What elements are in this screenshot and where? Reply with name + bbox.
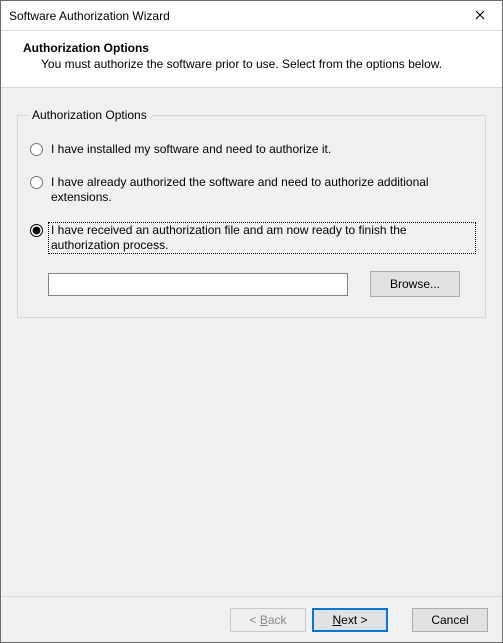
close-icon — [475, 9, 485, 23]
option-label: I have already authorized the software a… — [49, 175, 475, 205]
file-row: Browse... — [48, 271, 475, 297]
close-button[interactable] — [457, 1, 502, 30]
next-button[interactable]: Next > — [312, 608, 388, 632]
back-button: < Back — [230, 608, 306, 632]
radio-received-file[interactable] — [30, 224, 43, 237]
option-additional-extensions[interactable]: I have already authorized the software a… — [30, 175, 475, 205]
option-label: I have received an authorization file an… — [49, 223, 475, 253]
group-legend: Authorization Options — [28, 108, 151, 122]
authorization-file-input[interactable] — [48, 273, 348, 296]
radio-additional-extensions[interactable] — [30, 176, 43, 189]
radio-install-authorize[interactable] — [30, 143, 43, 156]
wizard-footer: < Back Next > Cancel — [1, 596, 502, 642]
page-title: Authorization Options — [23, 41, 486, 55]
wizard-header: Authorization Options You must authorize… — [1, 31, 502, 88]
authorization-options-group: Authorization Options I have installed m… — [17, 108, 486, 318]
option-install-authorize[interactable]: I have installed my software and need to… — [30, 142, 475, 157]
browse-button[interactable]: Browse... — [370, 271, 460, 297]
title-bar: Software Authorization Wizard — [1, 1, 502, 31]
page-subtitle: You must authorize the software prior to… — [41, 57, 486, 71]
wizard-body: Authorization Options I have installed m… — [1, 88, 502, 596]
cancel-button[interactable]: Cancel — [412, 608, 488, 632]
option-received-file[interactable]: I have received an authorization file an… — [30, 223, 475, 253]
option-label: I have installed my software and need to… — [49, 142, 475, 157]
window-title: Software Authorization Wizard — [9, 9, 170, 23]
